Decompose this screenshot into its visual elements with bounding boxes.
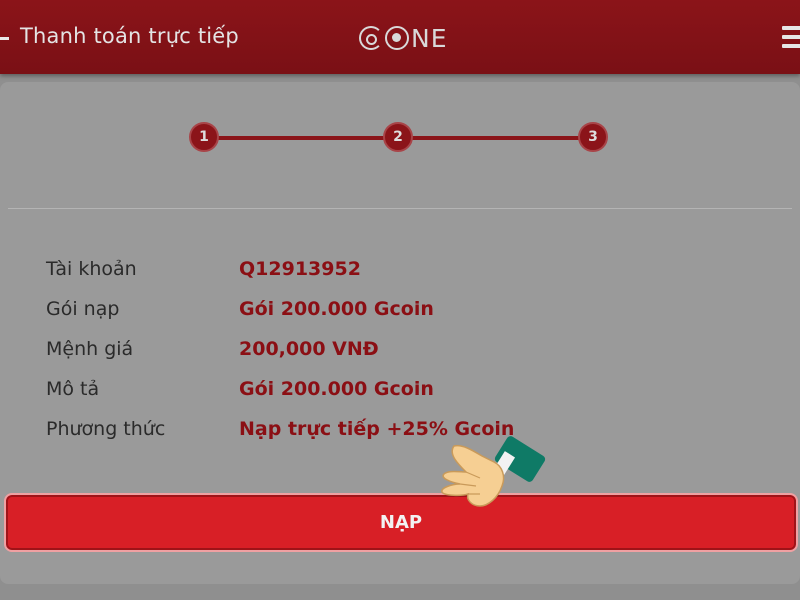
- detail-label: Tài khoản: [46, 258, 137, 280]
- detail-value: Gói 200.000 Gcoin: [239, 378, 434, 400]
- detail-value: 200,000 VNĐ: [239, 338, 379, 360]
- detail-row-account: Tài khoản Q12913952: [46, 258, 746, 298]
- detail-row-method: Phương thức Nạp trực tiếp +25% Gcoin: [46, 418, 746, 458]
- order-details: Tài khoản Q12913952 Gói nạp Gói 200.000 …: [46, 258, 746, 458]
- detail-value: Q12913952: [239, 258, 361, 280]
- step-indicator: 1 2 3: [0, 122, 800, 154]
- step-connector: [412, 136, 580, 140]
- pointing-hand-icon: [441, 436, 546, 507]
- detail-label: Mệnh giá: [46, 338, 134, 360]
- top-bar: Thanh toán trực tiếp NE: [0, 0, 800, 74]
- logo-o-mark-icon: [385, 26, 409, 50]
- step-1: 1: [189, 122, 219, 152]
- detail-row-description: Mô tả Gói 200.000 Gcoin: [46, 378, 746, 418]
- step-connector: [218, 136, 386, 140]
- detail-label: Gói nạp: [46, 298, 120, 320]
- detail-row-price: Mệnh giá 200,000 VNĐ: [46, 338, 746, 378]
- divider: [8, 208, 792, 209]
- menu-line: [782, 26, 800, 30]
- back-arrow-icon[interactable]: [0, 37, 9, 40]
- logo-text: NE: [411, 23, 448, 53]
- detail-label: Mô tả: [46, 378, 100, 400]
- zone-logo[interactable]: NE: [359, 22, 448, 54]
- step-2: 2: [383, 122, 413, 152]
- detail-label: Phương thức: [46, 418, 166, 440]
- menu-line: [782, 35, 800, 39]
- detail-row-package: Gói nạp Gói 200.000 Gcoin: [46, 298, 746, 338]
- hamburger-menu-icon[interactable]: [782, 26, 800, 50]
- page-title: Thanh toán trực tiếp: [20, 24, 239, 48]
- logo-g-mark-icon: [359, 26, 383, 50]
- submit-payment-button[interactable]: NẠP: [4, 493, 798, 552]
- step-3: 3: [578, 122, 608, 152]
- detail-value: Gói 200.000 Gcoin: [239, 298, 434, 320]
- menu-line: [782, 44, 800, 48]
